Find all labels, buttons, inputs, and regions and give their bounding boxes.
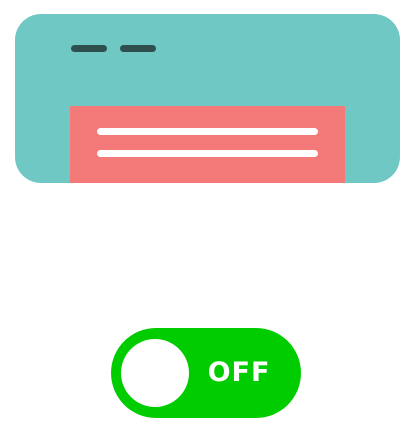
- vent-line: [97, 128, 318, 135]
- toggle-label: OFF: [207, 357, 271, 388]
- stage: OFF: [0, 0, 416, 436]
- vent-line: [97, 150, 318, 157]
- air-vent: [70, 106, 345, 183]
- power-toggle[interactable]: OFF: [111, 328, 301, 418]
- indicator-dash: [71, 45, 107, 52]
- toggle-knob[interactable]: [121, 339, 189, 407]
- indicator-dash: [120, 45, 156, 52]
